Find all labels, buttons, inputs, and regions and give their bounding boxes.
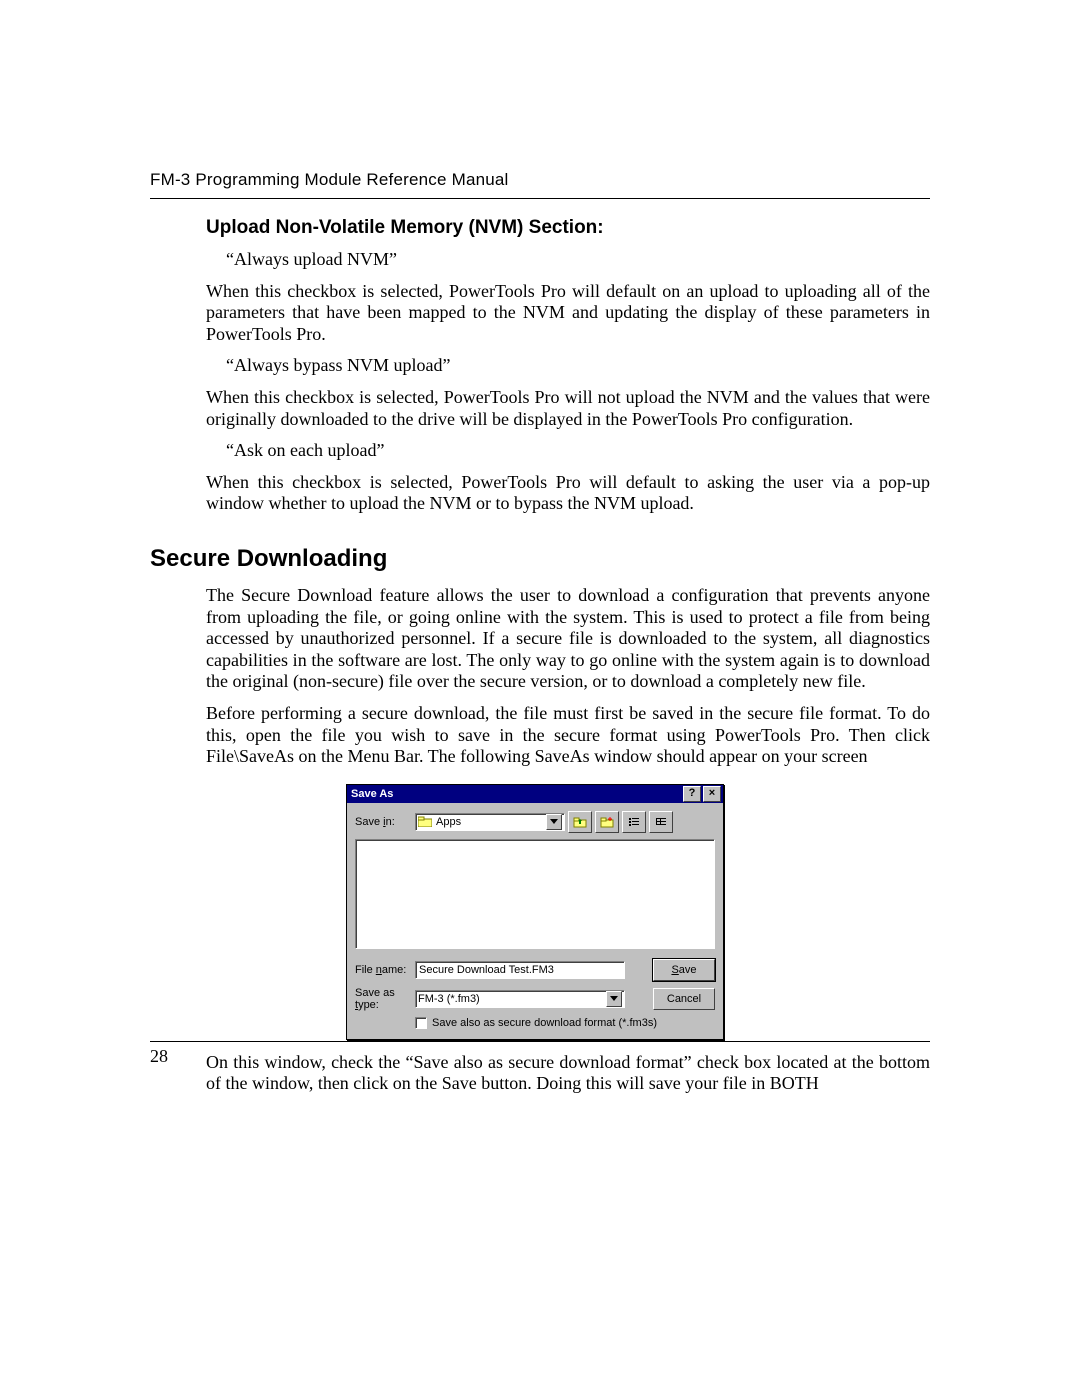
save-as-type-value: FM-3 (*.fm3) [418, 993, 480, 1005]
secure-p1: The Secure Download feature allows the u… [206, 585, 930, 693]
footer-rule [150, 1041, 930, 1042]
body-block-2: The Secure Download feature allows the u… [206, 585, 930, 1095]
new-folder-button[interactable] [595, 811, 619, 833]
save-in-value: Apps [436, 816, 461, 828]
chevron-down-icon[interactable] [546, 814, 562, 830]
page-number: 28 [150, 1046, 168, 1067]
file-list[interactable] [355, 839, 715, 949]
help-button[interactable]: ? [683, 786, 701, 802]
secure-format-checkbox[interactable] [415, 1017, 427, 1029]
body-block: “Always upload NVM” When this checkbox i… [206, 249, 930, 515]
save-in-combo[interactable]: Apps [415, 813, 565, 831]
secure-downloading-heading: Secure Downloading [150, 545, 930, 573]
secure-p3: On this window, check the “Save also as … [206, 1052, 930, 1095]
dialog-titlebar[interactable]: Save As ? × [347, 785, 723, 803]
list-icon [627, 816, 641, 828]
section-heading: Upload Non-Volatile Memory (NVM) Section… [206, 217, 930, 239]
details-view-button[interactable] [649, 811, 673, 833]
file-name-row: File name: Secure Download Test.FM3 Save [355, 959, 715, 981]
option-2-desc: When this checkbox is selected, PowerToo… [206, 387, 930, 430]
dialog-body: Save in: Apps [347, 803, 723, 1039]
saveas-screenshot: Save As ? × Save in: Apps [346, 784, 930, 1040]
save-in-row: Save in: Apps [355, 811, 715, 833]
save-button[interactable]: Save [653, 959, 715, 981]
save-as-type-combo[interactable]: FM-3 (*.fm3) [415, 990, 625, 1008]
saveas-dialog: Save As ? × Save in: Apps [346, 784, 724, 1040]
chevron-down-icon[interactable] [606, 991, 622, 1007]
secure-p2: Before performing a secure download, the… [206, 703, 930, 768]
option-3-label: “Ask on each upload” [226, 440, 930, 462]
folder-icon [418, 816, 432, 827]
option-2-label: “Always bypass NVM upload” [226, 355, 930, 377]
new-folder-icon [600, 816, 614, 828]
list-view-button[interactable] [622, 811, 646, 833]
details-icon [654, 816, 668, 828]
option-1-desc: When this checkbox is selected, PowerToo… [206, 281, 930, 346]
page: FM-3 Programming Module Reference Manual… [0, 0, 1080, 1397]
option-1-label: “Always upload NVM” [226, 249, 930, 271]
file-name-input[interactable]: Secure Download Test.FM3 [415, 961, 625, 979]
cancel-button[interactable]: Cancel [653, 988, 715, 1010]
up-one-level-button[interactable] [568, 811, 592, 833]
running-header: FM-3 Programming Module Reference Manual [150, 170, 930, 190]
option-3-desc: When this checkbox is selected, PowerToo… [206, 472, 930, 515]
up-folder-icon [573, 816, 587, 828]
save-as-type-row: Save as type: FM-3 (*.fm3) Cancel [355, 987, 715, 1011]
save-as-type-label: Save as type: [355, 987, 415, 1011]
file-name-label: File name: [355, 964, 415, 976]
header-rule [150, 198, 930, 199]
secure-format-checkbox-row[interactable]: Save also as secure download format (*.f… [415, 1017, 715, 1029]
dialog-title: Save As [351, 788, 681, 800]
secure-format-checkbox-label: Save also as secure download format (*.f… [432, 1017, 657, 1029]
close-button[interactable]: × [703, 786, 721, 802]
save-in-label: Save in: [355, 816, 415, 828]
